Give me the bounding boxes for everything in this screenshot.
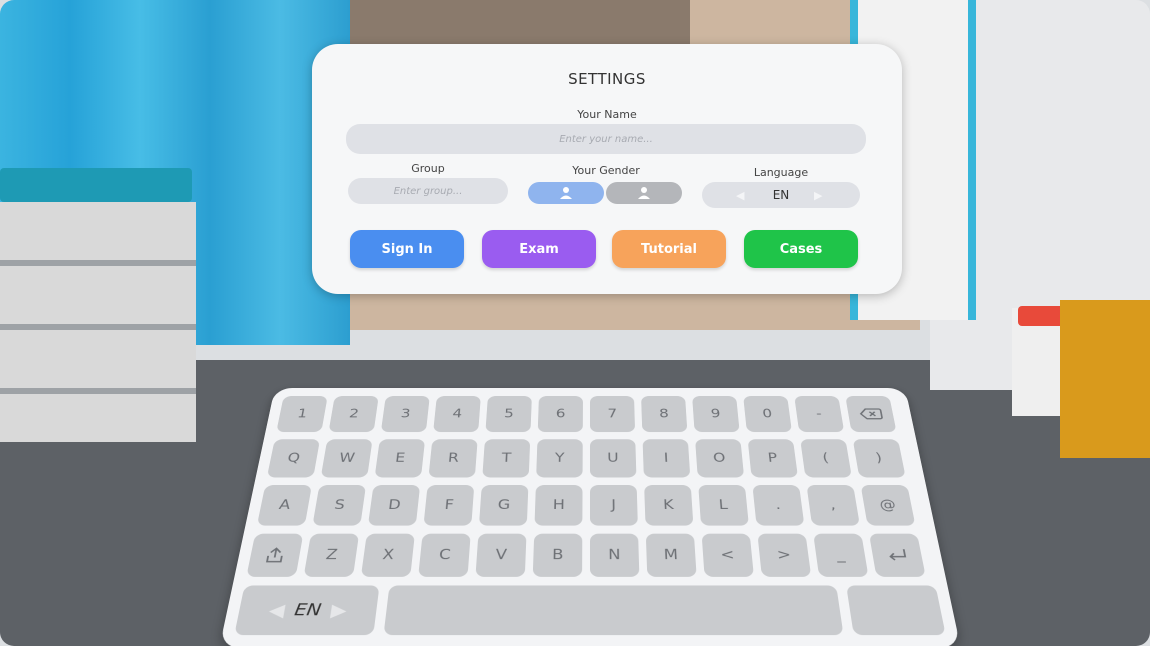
key[interactable]: 3 <box>380 396 430 433</box>
key[interactable]: ) <box>852 439 906 478</box>
key[interactable]: I <box>642 439 691 478</box>
settings-panel: SETTINGS Your Name Enter your name... Gr… <box>312 44 902 294</box>
key[interactable]: O <box>695 439 745 478</box>
language-label: Language <box>753 166 809 179</box>
key[interactable]: Q <box>266 439 321 478</box>
chevron-right-icon[interactable]: ▶ <box>330 599 349 620</box>
backspace-icon <box>858 408 883 420</box>
vr-scene: SETTINGS Your Name Enter your name... Gr… <box>0 0 1150 646</box>
key[interactable]: C <box>418 533 471 577</box>
settings-title: SETTINGS <box>568 70 646 88</box>
key[interactable]: Y <box>536 439 583 478</box>
enter-icon <box>884 547 911 564</box>
key[interactable]: @ <box>860 485 916 526</box>
key[interactable]: 2 <box>328 396 379 433</box>
key[interactable]: K <box>644 485 694 526</box>
virtual-keyboard: 1 2 3 4 5 6 7 8 9 0- Q W E R T Y U I O P() A S D F G H J K L., @ Z X C V B… <box>219 387 961 646</box>
sign-in-button[interactable]: Sign In <box>350 230 464 268</box>
key[interactable]: V <box>475 533 527 577</box>
key[interactable]: J <box>590 485 638 526</box>
key[interactable]: W <box>320 439 373 478</box>
chevron-left-icon[interactable]: ◀ <box>267 599 286 620</box>
exam-table-top <box>0 168 192 202</box>
key[interactable]: T <box>482 439 531 478</box>
gender-label: Your Gender <box>572 164 640 177</box>
wall-panel <box>350 0 690 44</box>
key[interactable]: 5 <box>485 396 532 433</box>
language-selector[interactable]: ◀ EN ▶ <box>702 182 860 208</box>
virtual-keyboard-wrapper: 1 2 3 4 5 6 7 8 9 0- Q W E R T Y U I O P() A S D F G H J K L., @ Z X C V B… <box>219 318 961 646</box>
chevron-right-icon[interactable]: ▶ <box>814 189 822 202</box>
language-value: EN <box>772 188 790 202</box>
key[interactable]: > <box>757 533 812 577</box>
key[interactable]: G <box>478 485 529 526</box>
key[interactable]: ( <box>800 439 852 478</box>
name-input[interactable]: Enter your name... <box>346 124 866 154</box>
key[interactable]: < <box>701 533 754 577</box>
tutorial-button[interactable]: Tutorial <box>612 230 726 268</box>
key[interactable]: 7 <box>590 396 636 433</box>
key[interactable]: , <box>806 485 860 526</box>
key[interactable]: F <box>423 485 475 526</box>
exam-table-shelves <box>0 202 196 442</box>
cases-button[interactable]: Cases <box>744 230 858 268</box>
key[interactable]: N <box>590 533 640 577</box>
key[interactable]: A <box>256 485 312 526</box>
group-input[interactable]: Enter group... <box>348 178 508 204</box>
keyboard-language-label: EN <box>293 600 323 620</box>
key[interactable]: . <box>752 485 805 526</box>
key-shift[interactable] <box>246 533 304 577</box>
key[interactable]: P <box>747 439 799 478</box>
key-space[interactable] <box>383 585 844 636</box>
key[interactable]: 4 <box>433 396 481 433</box>
key[interactable]: Z <box>303 533 360 577</box>
key[interactable]: 6 <box>537 396 583 433</box>
key[interactable]: M <box>645 533 697 577</box>
gender-male-toggle[interactable] <box>528 182 604 204</box>
key-enter[interactable] <box>868 533 926 577</box>
key[interactable]: 9 <box>692 396 740 433</box>
key[interactable]: R <box>428 439 478 478</box>
name-label: Your Name <box>577 108 637 121</box>
key[interactable]: _ <box>813 533 869 577</box>
person-icon <box>638 187 650 199</box>
key[interactable]: H <box>534 485 583 526</box>
exam-button[interactable]: Exam <box>482 230 596 268</box>
key-language-switch[interactable]: ◀ EN ▶ <box>234 585 380 636</box>
key[interactable]: X <box>360 533 415 577</box>
key[interactable]: L <box>698 485 749 526</box>
group-label: Group <box>411 162 445 175</box>
key-blank[interactable] <box>846 585 946 636</box>
key[interactable]: 1 <box>276 396 328 433</box>
key[interactable]: D <box>367 485 421 526</box>
key[interactable]: 0 <box>743 396 792 433</box>
bin-yellow <box>1060 300 1150 458</box>
person-icon <box>560 187 572 199</box>
key[interactable]: - <box>794 396 845 433</box>
gender-female-toggle[interactable] <box>606 182 682 204</box>
key[interactable]: S <box>312 485 367 526</box>
key-backspace[interactable] <box>845 396 897 433</box>
shift-icon <box>263 546 288 564</box>
key[interactable]: 8 <box>641 396 688 433</box>
key[interactable]: U <box>590 439 637 478</box>
key[interactable]: B <box>532 533 583 577</box>
key[interactable]: E <box>374 439 426 478</box>
